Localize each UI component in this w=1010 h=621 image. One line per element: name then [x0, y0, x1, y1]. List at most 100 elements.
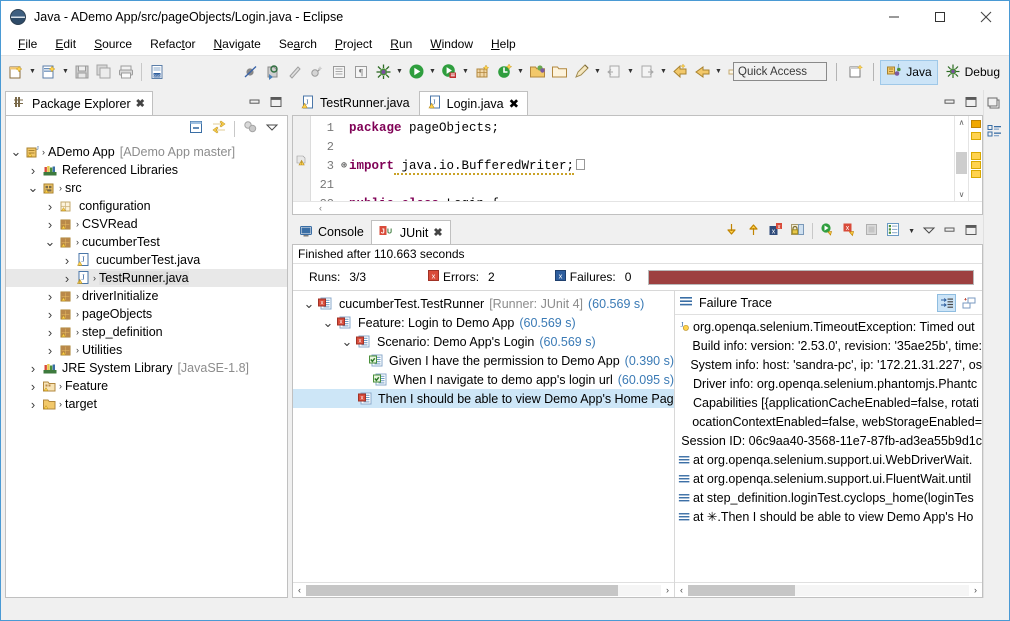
view-menu-dropdown-icon[interactable]: ▼ [908, 228, 915, 235]
menu-file[interactable]: File [9, 35, 46, 53]
menu-refactor[interactable]: Refactor [141, 35, 204, 53]
chevron-down-icon[interactable]: ⌄ [301, 297, 317, 310]
tree-item-testrunner-java[interactable]: › J! › TestRunner.java [6, 269, 287, 287]
close-icon[interactable]: ✖ [433, 226, 442, 239]
new-package-icon[interactable] [472, 61, 492, 83]
scroll-left-icon[interactable]: ‹ [293, 585, 306, 595]
junit-tree-item[interactable]: x Then I should be able to view Demo App'… [293, 389, 674, 408]
perspective-java[interactable]: J Java [880, 59, 938, 85]
chevron-right-icon[interactable]: › [42, 325, 58, 340]
new-java-file-icon[interactable]: 010 [147, 61, 167, 83]
junit-tree-item[interactable]: ⌄ x cucumberTest.TestRunner [Runner: JUnit … [293, 294, 674, 313]
open-project-dropdown-icon[interactable]: ▼ [515, 61, 526, 83]
rerun-failed-tests-icon[interactable]: x [842, 222, 857, 240]
menu-project[interactable]: Project [326, 35, 381, 53]
scroll-thumb[interactable] [306, 584, 619, 596]
search-icon[interactable] [571, 61, 591, 83]
new-wizard-dropdown-icon[interactable]: ▼ [27, 61, 38, 83]
menu-help[interactable]: Help [482, 35, 525, 53]
failure-trace-row[interactable]: Jorg.openqa.selenium.TimeoutException: T… [675, 317, 982, 336]
tab-package-explorer[interactable]: Package Explorer ✖ [5, 91, 153, 115]
previous-failure-icon[interactable] [746, 222, 761, 240]
editor-horizontal-scrollbar[interactable]: ‹ [293, 201, 982, 214]
code-content[interactable]: 1 package pageObjects; 2 3 ⊕ import java.io.B… [311, 116, 954, 201]
package-explorer-tree[interactable]: ⌄ J › ADemo App [ADemo App master] › Reference… [6, 141, 287, 597]
junit-test-tree[interactable]: ⌄ x cucumberTest.TestRunner [Runner: JUnit … [293, 291, 674, 582]
scroll-right-icon[interactable]: › [661, 585, 674, 595]
open-folder-icon[interactable] [527, 61, 547, 83]
menu-search[interactable]: Search [270, 35, 326, 53]
menu-source[interactable]: Source [85, 35, 141, 53]
chevron-right-icon[interactable]: › [42, 289, 58, 304]
maximize-icon[interactable] [269, 96, 283, 111]
test-run-history-icon[interactable] [886, 222, 901, 240]
scroll-thumb[interactable] [688, 584, 795, 596]
pin-trace-icon[interactable] [959, 294, 978, 312]
back-dropdown-icon[interactable]: ▼ [713, 61, 724, 83]
chevron-right-icon[interactable]: › [59, 271, 75, 286]
chevron-down-icon[interactable]: ⌄ [339, 335, 355, 348]
editor-vertical-scrollbar[interactable]: ∧ ∨ [954, 116, 968, 201]
view-menu-filter-icon[interactable] [242, 119, 258, 138]
tree-item-cucumbertest[interactable]: ⌄ › cucumberTest [6, 233, 287, 251]
open-project-icon[interactable] [494, 61, 514, 83]
perspective-debug[interactable]: Debug [940, 61, 1005, 84]
chevron-right-icon[interactable]: › [25, 379, 41, 394]
run-icon[interactable] [406, 61, 426, 83]
chevron-right-icon[interactable]: › [42, 343, 58, 358]
editor-text-area[interactable]: ! 1 package pageObjects; 2 3 ⊕ import java.io… [293, 116, 982, 201]
tree-item-jre-system-library[interactable]: › JRE System Library [JavaSE-1.8] [6, 359, 287, 377]
overview-marker[interactable] [971, 120, 981, 128]
tree-item-referenced-libraries[interactable]: › Referenced Libraries [6, 161, 287, 179]
rerun-test-icon[interactable] [820, 222, 835, 240]
chevron-right-icon[interactable]: › [25, 361, 41, 376]
overview-marker[interactable] [971, 170, 981, 178]
maximize-button[interactable] [917, 1, 963, 33]
junit-tree-item[interactable]: ⌄ x Scenario: Demo App's Login (60.569 s) [293, 332, 674, 351]
debug-dropdown-icon[interactable]: ▼ [394, 61, 405, 83]
view-menu-icon[interactable] [922, 224, 936, 239]
back-history-icon[interactable] [670, 61, 690, 83]
editor-overview-ruler[interactable] [968, 116, 982, 201]
run-dropdown-icon[interactable]: ▼ [427, 61, 438, 83]
failure-trace-row[interactable]: ocationContextEnabled=false, webStorageE… [675, 412, 982, 431]
minimize-button[interactable] [871, 1, 917, 33]
debug-icon[interactable] [373, 61, 393, 83]
chevron-right-icon[interactable]: › [25, 397, 41, 412]
link-with-editor-icon[interactable] [211, 119, 227, 138]
lock-scroll-icon[interactable] [790, 222, 805, 240]
close-folder-icon[interactable] [549, 61, 569, 83]
quick-access-input[interactable]: Quick Access [733, 62, 827, 81]
next-failure-icon[interactable] [724, 222, 739, 240]
failure-trace-row[interactable]: at org.openqa.selenium.support.ui.Fluent… [675, 469, 982, 488]
chevron-right-icon[interactable]: › [25, 163, 41, 178]
junit-tree-item[interactable]: ⌄ x Feature: Login to Demo App (60.569 s) [293, 313, 674, 332]
close-icon[interactable]: ✖ [136, 97, 145, 110]
tab-junit[interactable]: JU JUnit ✖ [370, 220, 451, 244]
chevron-right-icon[interactable]: › [42, 217, 58, 232]
tree-item-src[interactable]: ⌄ › src [6, 179, 287, 197]
junit-tree-item[interactable]: When I navigate to demo app's login url (… [293, 370, 674, 389]
menu-window[interactable]: Window [421, 35, 482, 53]
chevron-right-icon[interactable]: › [42, 307, 58, 322]
failure-trace-row[interactable]: at ✳.Then I should be able to view Demo … [675, 507, 982, 526]
collapsed-imports-box[interactable] [576, 158, 586, 170]
close-icon[interactable]: ✖ [509, 96, 519, 111]
tree-item-driverinitialize[interactable]: › › driverInitialize [6, 287, 287, 305]
tree-item-ademo-app[interactable]: ⌄ J › ADemo App [ADemo App master] [6, 143, 287, 161]
tab-console[interactable]: Console [292, 220, 371, 244]
scroll-thumb[interactable] [956, 151, 967, 174]
junit-tree-item[interactable]: Given I have the permission to Demo App (… [293, 351, 674, 370]
scroll-track[interactable] [688, 584, 969, 596]
editor-annotation-ruler[interactable]: ! [293, 116, 311, 201]
overview-marker[interactable] [971, 152, 981, 160]
close-button[interactable] [963, 1, 1009, 33]
scroll-down-icon[interactable]: ∨ [959, 190, 965, 199]
failure-trace-row[interactable]: System info: host: 'sandra-pc', ip: '172… [675, 355, 982, 374]
tab-testrunner-java[interactable]: J TestRunner.java [292, 91, 419, 115]
failure-trace-row[interactable]: at step_definition.loginTest.cyclops_hom… [675, 488, 982, 507]
restore-view-icon[interactable] [987, 96, 1002, 114]
search-dropdown-icon[interactable]: ▼ [592, 61, 603, 83]
failure-trace-list[interactable]: Jorg.openqa.selenium.TimeoutException: T… [675, 315, 982, 582]
scroll-left-icon[interactable]: ‹ [319, 203, 322, 213]
